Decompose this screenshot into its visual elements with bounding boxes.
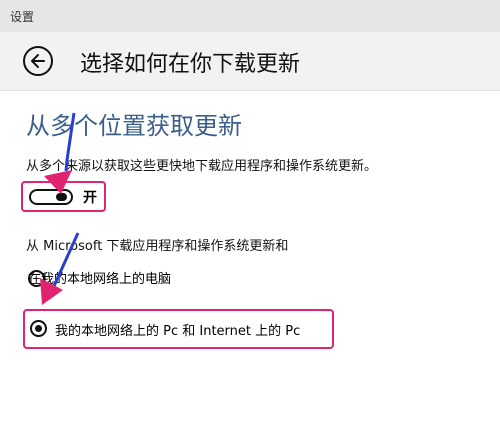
delivery-toggle[interactable] xyxy=(29,189,73,205)
window-title: 设置 xyxy=(10,9,35,24)
option-local-network-label[interactable]: 在我的本地网络上的电脑 xyxy=(28,268,171,287)
toggle-state-label: 开 xyxy=(83,190,97,206)
section-description: 从多个来源以获取这些更快地下载应用程序和操作系统更新。 xyxy=(26,159,378,174)
section-title: 从多个位置获取更新 xyxy=(26,112,242,140)
title-bar: 设置 xyxy=(0,0,500,32)
back-arrow-icon xyxy=(31,54,45,68)
radio-selected-dot xyxy=(35,325,42,332)
option-local-and-internet-label[interactable]: 我的本地网络上的 Pc 和 Internet 上的 Pc xyxy=(55,320,300,339)
toggle-highlight: 开 xyxy=(21,181,106,212)
back-button[interactable] xyxy=(23,46,53,76)
radio-local-and-internet[interactable] xyxy=(30,320,47,337)
toggle-knob xyxy=(56,193,67,201)
download-from-label: 从 Microsoft 下载应用程序和操作系统更新和 xyxy=(26,239,289,254)
page-header: 选择如何在你下载更新 xyxy=(0,32,500,91)
page-title: 选择如何在你下载更新 xyxy=(80,52,301,77)
option-highlight: 我的本地网络上的 Pc 和 Internet 上的 Pc xyxy=(23,309,334,349)
